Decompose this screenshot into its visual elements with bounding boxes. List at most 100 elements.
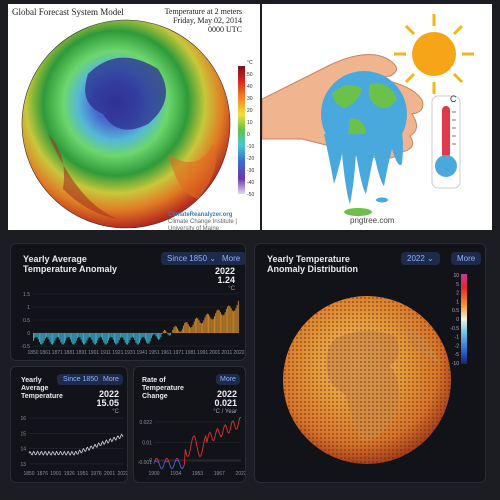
anomaly-bar	[185, 321, 187, 333]
anomaly-bar	[65, 333, 67, 341]
anomaly-bar	[224, 312, 226, 333]
anomaly-bar	[174, 325, 176, 333]
anomaly-bar	[209, 316, 211, 333]
anomaly-bar	[216, 310, 218, 333]
anomaly-bar	[203, 320, 205, 333]
anomaly-bar	[116, 333, 118, 345]
anomaly-bar	[92, 333, 94, 343]
anomaly-bar	[155, 333, 157, 337]
anomaly-x-tick: 1850	[27, 350, 38, 356]
anomaly-bar	[235, 308, 237, 333]
rate-x-tick: 1900	[148, 471, 159, 477]
anomaly-bar	[158, 333, 160, 340]
anomaly-bar	[135, 333, 137, 343]
anomaly-bar	[217, 309, 219, 333]
anomaly-x-tick: 1911	[100, 350, 111, 356]
anomaly-bar	[73, 333, 75, 345]
anomaly-bar	[44, 333, 46, 339]
anomaly-bar	[186, 322, 188, 333]
rate-panel: Rate of Temperature Change More 2022 0.0…	[133, 366, 246, 483]
anomaly-bar	[178, 330, 180, 333]
anomaly-bar	[93, 333, 95, 345]
anomaly-x-tick: 1881	[64, 350, 75, 356]
dist-legend-label: -0.5	[450, 326, 459, 332]
anomaly-panel: Yearly Average Temperature Anomaly Since…	[10, 243, 246, 361]
anomaly-bar	[165, 330, 167, 333]
anomaly-bar	[229, 306, 231, 333]
anomaly-bar	[67, 333, 69, 337]
anomaly-bar	[161, 333, 163, 334]
anomaly-bar	[184, 322, 186, 333]
anomaly-bar	[66, 333, 68, 339]
anomaly-x-tick: 1951	[149, 350, 160, 356]
anomaly-bar	[149, 333, 151, 342]
anomaly-bar	[99, 333, 101, 337]
anomaly-x-tick: 1941	[136, 350, 147, 356]
anomaly-bar	[115, 333, 117, 345]
anomaly-bar	[110, 333, 112, 337]
anomaly-bar	[74, 333, 76, 344]
avg-y-tick: 15	[20, 431, 26, 437]
anomaly-bar	[118, 333, 120, 341]
anomaly-bar	[88, 333, 90, 337]
anomaly-bar	[43, 333, 45, 341]
anomaly-bar	[127, 333, 129, 345]
anomaly-bar	[77, 333, 79, 339]
anomaly-bar	[141, 333, 143, 338]
anomaly-bar	[159, 333, 161, 340]
anomaly-bar	[237, 300, 239, 333]
anomaly-bar	[236, 304, 238, 333]
melting-earth-icon	[321, 71, 407, 216]
dist-legend-bar	[461, 274, 467, 364]
anomaly-bar	[168, 333, 170, 336]
anomaly-bar	[103, 333, 105, 343]
dist-legend-label: 0	[456, 317, 459, 323]
gfs-temperature-map-panel: Global Forecast System Model Temperature…	[8, 4, 260, 230]
melting-earth-illustration: C	[262, 14, 474, 216]
anomaly-bar	[221, 314, 223, 333]
anomaly-bar	[37, 333, 39, 340]
anomaly-bar	[52, 333, 54, 345]
dist-dot-grid	[283, 296, 451, 464]
gfs-scale-label: -10	[247, 144, 254, 150]
anomaly-x-tick: 1971	[173, 350, 184, 356]
anomaly-x-tick: 1921	[112, 350, 123, 356]
anomaly-bar	[215, 313, 217, 333]
anomaly-bar	[124, 333, 126, 343]
anomaly-y-tick: 1	[27, 305, 30, 311]
anomaly-bar	[50, 333, 52, 345]
anomaly-bar	[154, 333, 156, 335]
anomaly-bar	[218, 310, 220, 333]
gfs-scale-label: -30	[247, 168, 254, 174]
dist-legend-label: 5	[456, 282, 459, 288]
anomaly-chart: 1.510.50-0.51850 1861 1871 1881 1891 1901 1911…	[21, 292, 244, 356]
anomaly-bar	[219, 312, 221, 333]
dist-legend-label: 2	[456, 291, 459, 297]
anomaly-bar	[140, 333, 142, 341]
anomaly-bar	[105, 333, 107, 345]
anomaly-bar	[123, 333, 125, 340]
anomaly-bar	[200, 323, 202, 333]
anomaly-bar	[69, 333, 71, 340]
anomaly-bar	[211, 319, 213, 333]
anomaly-bar	[137, 333, 139, 345]
anomaly-bar	[40, 333, 42, 345]
anomaly-bar	[153, 333, 155, 334]
anomaly-bar	[173, 327, 175, 333]
avg-chart: 16 15 14 13 1850 1876 1901 1926 1951 1976 2001 2022	[20, 416, 127, 477]
anomaly-bar	[180, 331, 182, 333]
anomaly-bar	[117, 333, 119, 343]
anomaly-bar	[111, 333, 113, 338]
gfs-credit-org: Climate Change Institute | University of…	[168, 219, 237, 230]
gfs-globe-svg: °C 50 40 30 20 10 0 -10 -20 -30 -40 -50	[21, 19, 254, 229]
anomaly-bar	[33, 333, 34, 341]
anomaly-bar	[183, 325, 185, 333]
anomaly-bar	[194, 318, 196, 333]
anomaly-bar	[197, 318, 199, 333]
anomaly-bar	[166, 332, 168, 333]
anomaly-x-tick: 1871	[52, 350, 63, 356]
anomaly-bar	[167, 333, 169, 335]
anomaly-x-tick: 2001	[209, 350, 220, 356]
anomaly-bar	[108, 333, 110, 341]
anomaly-bar	[85, 333, 87, 344]
